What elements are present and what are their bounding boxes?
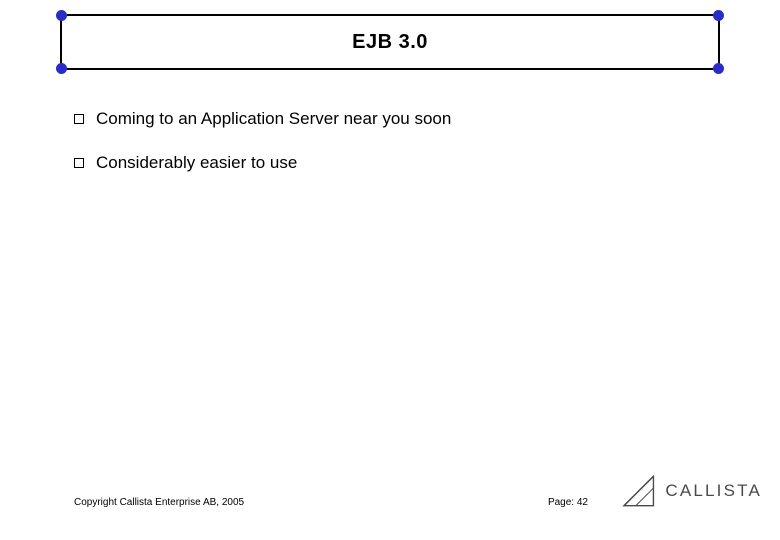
title-frame: EJB 3.0 xyxy=(60,14,720,70)
logo-text: CALLISTA xyxy=(665,481,762,501)
list-item: Considerably easier to use xyxy=(74,152,720,174)
square-bullet-icon xyxy=(74,114,84,124)
page-indicator: Page: 42 xyxy=(548,497,588,508)
page-number: 42 xyxy=(577,497,588,508)
logo: CALLISTA xyxy=(622,470,762,512)
triangle-logo-icon xyxy=(622,474,659,508)
footer: Copyright Callista Enterprise AB, 2005 P… xyxy=(0,476,780,516)
copyright-text: Copyright Callista Enterprise AB, 2005 xyxy=(74,497,244,508)
page-label: Page: xyxy=(548,497,574,508)
list-item: Coming to an Application Server near you… xyxy=(74,108,720,130)
bullet-text: Coming to an Application Server near you… xyxy=(96,108,720,130)
bullet-text: Considerably easier to use xyxy=(96,152,720,174)
slide-title: EJB 3.0 xyxy=(62,16,718,68)
square-bullet-icon xyxy=(74,158,84,168)
bullet-list: Coming to an Application Server near you… xyxy=(74,108,720,196)
slide: EJB 3.0 Coming to an Application Server … xyxy=(0,0,780,540)
